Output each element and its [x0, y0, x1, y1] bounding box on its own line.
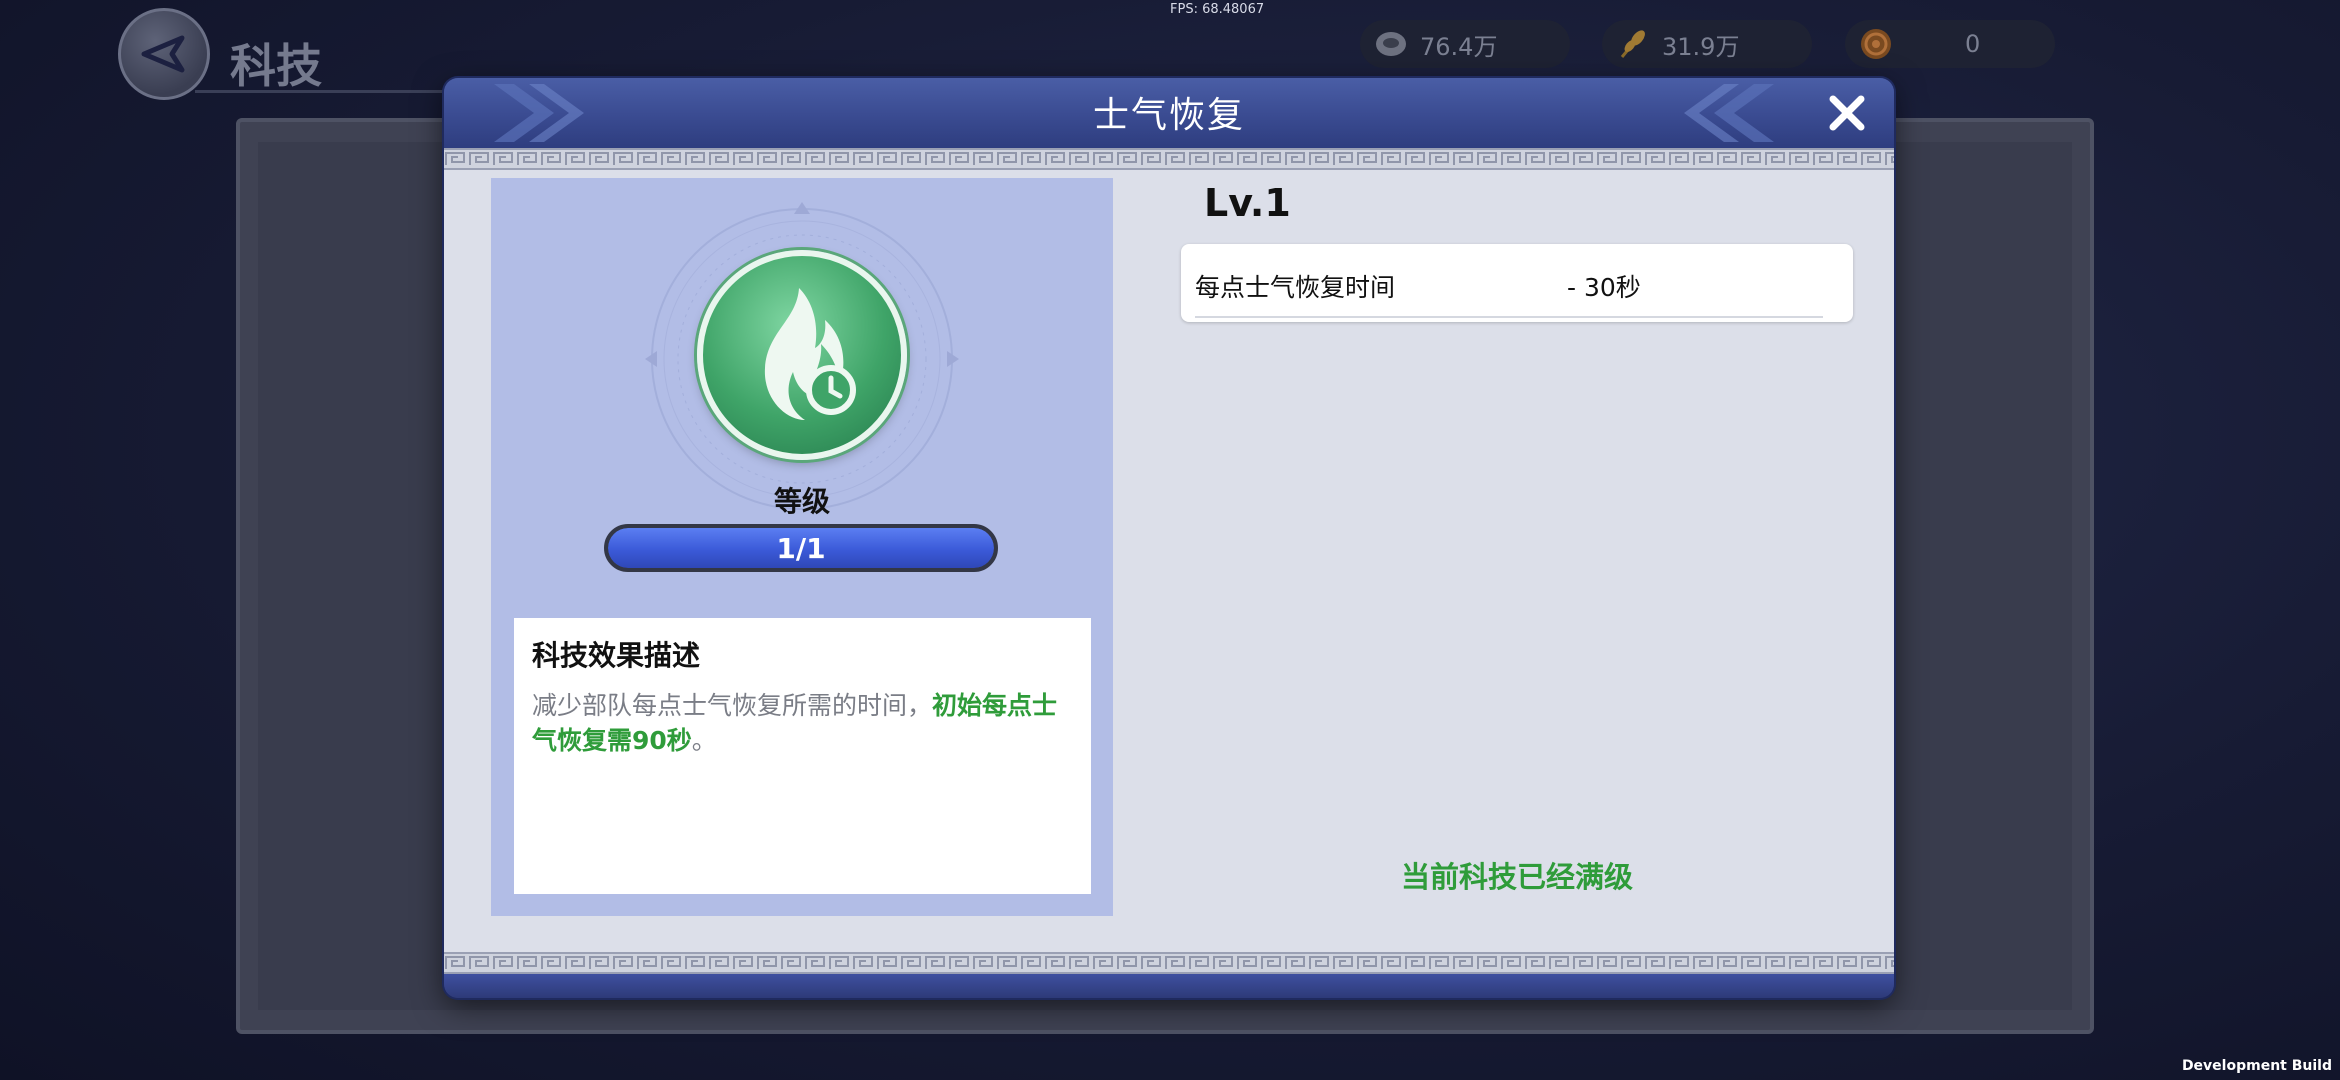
resource-coin[interactable]: 76.4万 [1360, 20, 1570, 68]
effect-description-title: 科技效果描述 [532, 639, 701, 672]
morale-flame-clock-icon [697, 250, 907, 460]
modal-header: 士气恢复 [444, 78, 1894, 148]
page-title: 科技 [230, 39, 322, 93]
close-button[interactable] [1822, 88, 1872, 138]
effect-description-card: 科技效果描述 减少部队每点士气恢复所需的时间，初始每点士气恢复需90秒。 [514, 618, 1091, 894]
back-button[interactable] [118, 8, 210, 100]
effect-description-end: 。 [691, 726, 717, 755]
coin-icon [1374, 27, 1408, 61]
resource-gold[interactable]: 0 [1845, 20, 2055, 68]
resource-grain[interactable]: 31.9万 [1602, 20, 1812, 68]
stat-divider [1195, 316, 1823, 318]
greek-key-border [444, 952, 1894, 974]
greek-key-border [444, 148, 1894, 170]
stat-row: 每点士气恢复时间 - 30秒 [1181, 244, 1853, 322]
close-icon [1829, 95, 1865, 131]
effect-description-main: 减少部队每点士气恢复所需的时间， [532, 691, 933, 720]
gold-medal-icon [1859, 27, 1893, 61]
resource-gold-value: 0 [1965, 30, 1981, 58]
tech-info-panel: 等级 1/1 科技效果描述 减少部队每点士气恢复所需的时间，初始每点士气恢复需9… [491, 178, 1113, 916]
modal-title: 士气恢复 [1092, 95, 1245, 136]
fps-counter: FPS: 68.48067 [1170, 2, 1265, 17]
resource-coin-value: 76.4万 [1420, 32, 1498, 61]
stat-label: 每点士气恢复时间 [1195, 273, 1396, 302]
grain-icon [1616, 27, 1650, 61]
dev-build-watermark: Development Build [2181, 1058, 2332, 1074]
stat-value: - 30秒 [1567, 273, 1641, 302]
max-level-notice: 当前科技已经满级 [1400, 860, 1633, 894]
level-progress-text: 1/1 [776, 531, 826, 565]
effect-description-text: 减少部队每点士气恢复所需的时间，初始每点士气恢复需90秒。 [532, 688, 1073, 758]
resource-grain-value: 31.9万 [1662, 32, 1740, 61]
tech-detail-modal: 士气恢复 等级 1/1 科技效果描述 减少部队每点士气恢复所需的时间，初始每点士… [444, 78, 1894, 998]
modal-footer [444, 974, 1894, 998]
tech-level-title: Lv.1 [1204, 181, 1291, 225]
level-progress-bar: 1/1 [604, 524, 998, 572]
level-label: 等级 [773, 485, 830, 518]
title-divider [195, 90, 455, 93]
back-arrow-icon [141, 35, 185, 73]
